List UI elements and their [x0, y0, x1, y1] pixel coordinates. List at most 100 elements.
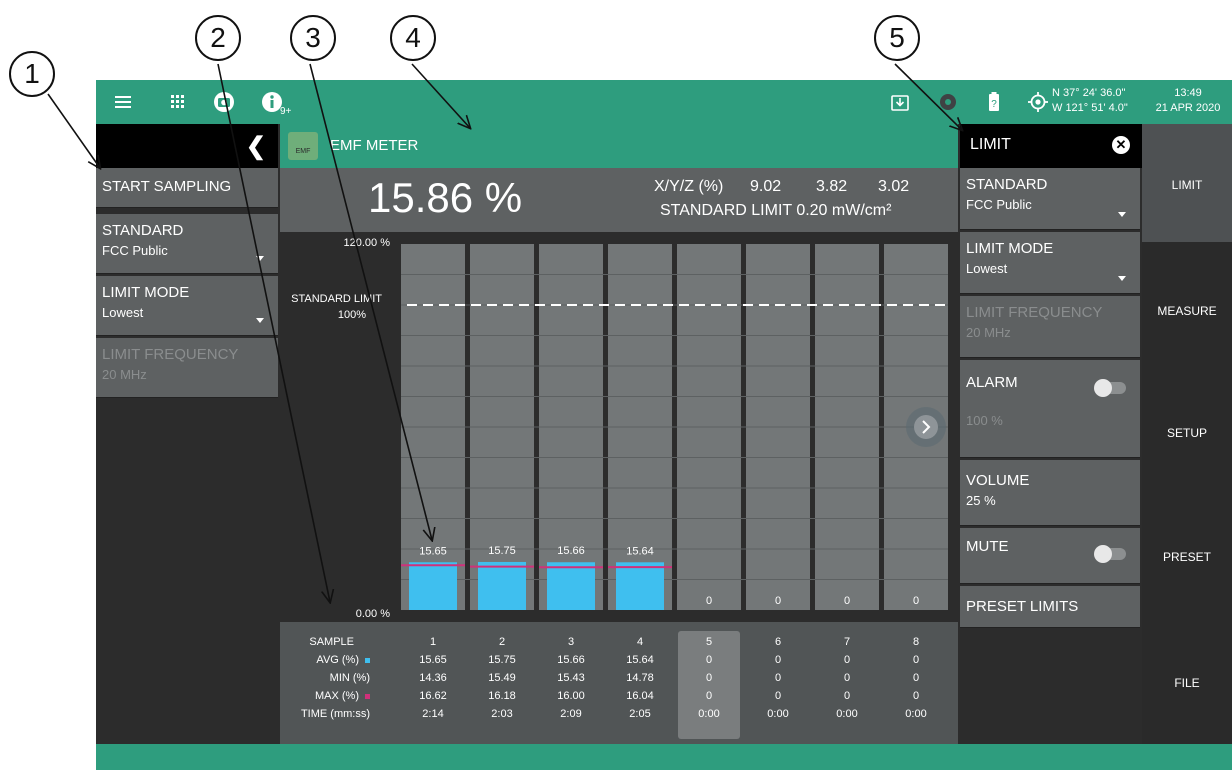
- table-cell: 15.49: [488, 672, 516, 684]
- top-status-bar: 9+ ? N 37° 24' 36.0" W 121° 51' 4.0" 13:…: [96, 80, 1232, 124]
- tab-file[interactable]: FILE: [1142, 620, 1232, 738]
- bar-value-label-5: 0: [706, 595, 712, 607]
- tab-label: SETUP: [1166, 426, 1207, 440]
- limit-mode-dropdown[interactable]: LIMIT MODE Lowest: [960, 232, 1140, 294]
- sample-bar-chart: 15.65 15.75 15.66 15.64 0 0 0 0 120.00 % 0.00 %…: [280, 232, 958, 622]
- tab-setup[interactable]: SETUP: [1142, 372, 1232, 490]
- limit-mode-title: LIMIT MODE: [102, 284, 190, 301]
- y-axis-max-label: 120.00 %: [344, 237, 391, 249]
- table-cell: 0: [705, 672, 713, 684]
- gps-coordinates: N 37° 24' 36.0" W 121° 51' 4.0": [1052, 86, 1128, 116]
- left-settings-panel: ❮ START SAMPLING STANDARD FCC Public LIM…: [96, 124, 278, 744]
- table-cell: 0: [912, 672, 920, 684]
- mute-control[interactable]: MUTE: [960, 528, 1140, 584]
- table-cell: 2:09: [560, 708, 582, 720]
- mute-toggle[interactable]: [1094, 545, 1126, 563]
- bar-value-label-7: 0: [844, 595, 850, 607]
- clock-date: 21 APR 2020: [1155, 102, 1221, 114]
- table-cell: 15.43: [557, 672, 585, 684]
- bar-value-label-4: 15.64: [626, 545, 654, 557]
- limit-menu-title: LIMIT: [970, 136, 1011, 153]
- bar-value-label-3: 15.66: [557, 545, 585, 557]
- callout-5: 5: [874, 15, 920, 61]
- sample-bar-4: [616, 562, 664, 610]
- callout-2: 2: [195, 15, 241, 61]
- volume-control[interactable]: VOLUME 25 %: [960, 460, 1140, 526]
- tab-label: MEASURE: [1157, 304, 1217, 318]
- bar-value-label-1: 15.65: [419, 545, 447, 557]
- table-cell: 14.78: [626, 672, 654, 684]
- table-cell: 15.66: [557, 654, 585, 666]
- table-cell: 15.64: [626, 654, 654, 666]
- start-sampling-button[interactable]: START SAMPLING: [96, 168, 278, 208]
- emf-meter-main: EMF EMF METER 15.86 % X/Y/Z (%) 9.02 3.8…: [280, 124, 958, 744]
- tab-limit[interactable]: LIMIT: [1142, 124, 1232, 242]
- table-cell: 4: [636, 636, 644, 648]
- limit-frequency-value: 20 MHz: [102, 367, 147, 382]
- dropdown-arrow-icon: [256, 318, 264, 323]
- apps-grid-icon[interactable]: [166, 90, 190, 114]
- standard-limit-percent-label: 100%: [338, 309, 366, 321]
- tab-label: LIMIT: [1171, 178, 1203, 192]
- table-cell: 7: [843, 636, 851, 648]
- limit-mode-title: LIMIT MODE: [966, 240, 1054, 257]
- y-axis-min-label: 0.00 %: [356, 608, 390, 620]
- camera-icon[interactable]: [212, 90, 236, 114]
- download-icon[interactable]: [888, 90, 912, 114]
- standard-dropdown[interactable]: STANDARD FCC Public: [96, 214, 278, 274]
- next-page-button[interactable]: [906, 407, 946, 447]
- tab-label: PRESET: [1162, 550, 1211, 564]
- table-cell: 0:00: [905, 708, 927, 720]
- notification-count-badge: 9+: [280, 106, 292, 117]
- tab-measure[interactable]: MEASURE: [1142, 248, 1232, 366]
- table-cell: 0: [705, 654, 713, 666]
- sample-bar-3: [547, 562, 595, 610]
- table-cell: 16.04: [626, 690, 654, 702]
- limit-mode-dropdown[interactable]: LIMIT MODE Lowest: [96, 276, 278, 336]
- close-icon[interactable]: ✕: [1112, 136, 1130, 154]
- avg-row-label: AVG (%): [280, 654, 370, 666]
- bar-value-label-6: 0: [775, 595, 781, 607]
- table-cell: 0: [774, 654, 782, 666]
- limit-frequency-value: 20 MHz: [966, 325, 1011, 340]
- table-cell: 0: [912, 654, 920, 666]
- standard-title: STANDARD: [102, 222, 184, 239]
- dropdown-arrow-icon: [256, 256, 264, 261]
- table-cell: 8: [912, 636, 920, 648]
- table-cell: 2:14: [422, 708, 444, 720]
- table-cell: 0: [912, 690, 920, 702]
- preset-limits-button[interactable]: PRESET LIMITS: [960, 586, 1140, 628]
- table-cell: 15.75: [488, 654, 516, 666]
- alarm-control[interactable]: ALARM 100 %: [960, 360, 1140, 458]
- tab-preset[interactable]: PRESET: [1142, 496, 1232, 614]
- svg-text:?: ?: [991, 99, 997, 110]
- chevron-left-icon[interactable]: ❮: [246, 132, 266, 161]
- standard-dropdown[interactable]: STANDARD FCC Public: [960, 168, 1140, 230]
- chart-svg: 15.65 15.75 15.66 15.64 0 0 0 0 120.00 % 0.00 %…: [291, 237, 948, 620]
- clock-time: 13:49: [1174, 87, 1202, 99]
- avg-marker-icon: [365, 657, 370, 663]
- menu-icon[interactable]: [112, 90, 136, 114]
- sample-row-label: SAMPLE: [309, 636, 354, 648]
- date-time: 13:49 21 APR 2020: [1150, 86, 1226, 116]
- xyz-label: X/Y/Z (%): [654, 178, 724, 195]
- page-title: EMF METER: [330, 137, 419, 154]
- gps-target-icon: [1026, 90, 1050, 114]
- table-cell: 5: [705, 636, 713, 648]
- emf-logo-icon: EMF: [288, 132, 318, 160]
- table-cell: 16.62: [419, 690, 447, 702]
- z-axis-value: 3.02: [878, 178, 910, 195]
- limit-frequency-title: LIMIT FREQUENCY: [102, 346, 239, 363]
- bottom-status-bar: [96, 744, 1232, 770]
- sample-table: SAMPLE 1 2 3 4 5 6 7 8 AVG (%) 15.65 15.75 15.66 15.6…: [280, 622, 958, 744]
- alarm-toggle[interactable]: [1094, 379, 1126, 397]
- table-cell: 0: [774, 690, 782, 702]
- callout-1: 1: [9, 51, 55, 97]
- documentation-figure: 1 2 3 4 5 9+ ? N 37° 24' 36.0" W 121° 51…: [0, 0, 1232, 770]
- limit-mode-value: Lowest: [102, 305, 144, 320]
- table-cell: 0: [843, 654, 851, 666]
- table-cell: 2: [498, 636, 506, 648]
- time-row-label: TIME (mm:ss): [300, 708, 370, 720]
- table-cell: 0:00: [836, 708, 858, 720]
- emf-meter-header: EMF EMF METER: [280, 124, 958, 168]
